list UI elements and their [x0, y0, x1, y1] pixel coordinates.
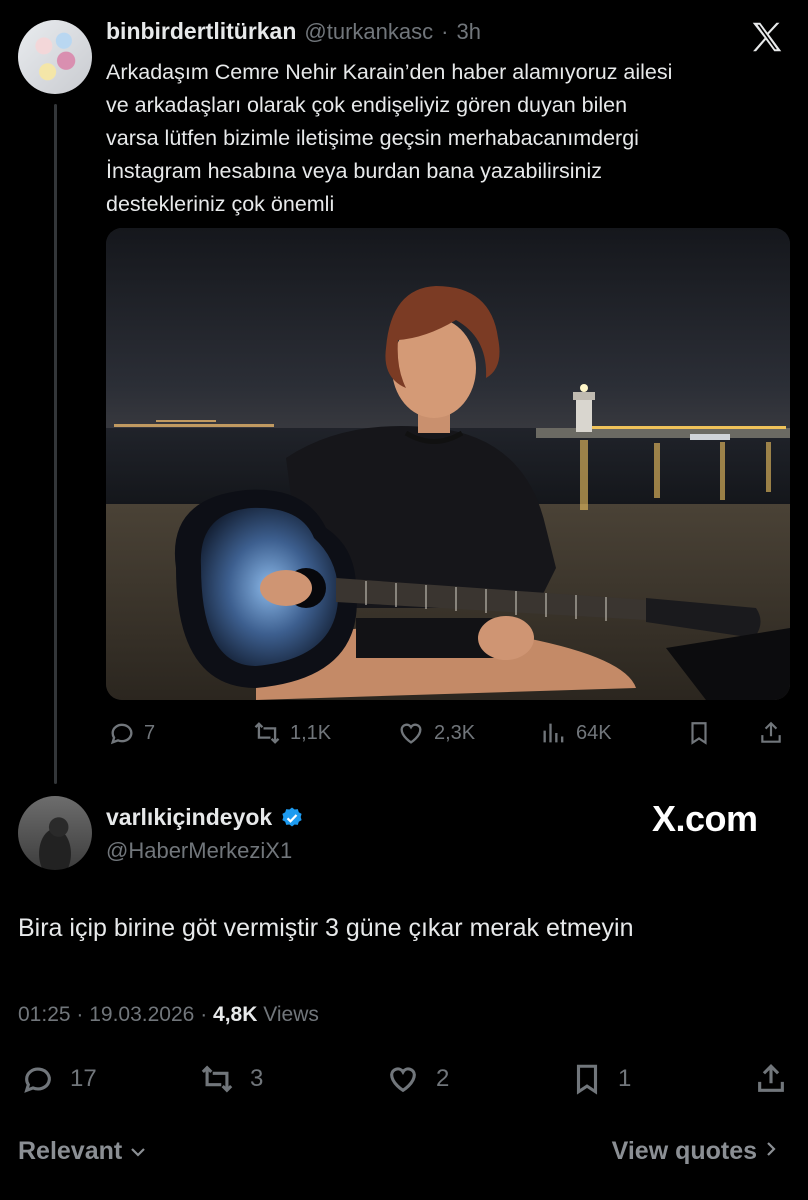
reply-repost-count: 3	[250, 1065, 264, 1092]
close-icon[interactable]	[748, 18, 786, 56]
reply-count: 7	[144, 721, 156, 744]
heart-icon	[400, 723, 422, 744]
like-button[interactable]: 2,3K	[396, 719, 475, 747]
reply-bookmark-count: 1	[618, 1065, 632, 1092]
separator: ·	[441, 19, 449, 44]
tweet-photo[interactable]	[106, 228, 790, 700]
reply-reply-count: 17	[70, 1065, 97, 1092]
bookmark-icon[interactable]	[686, 719, 712, 747]
reply-views-label: Views	[263, 1003, 319, 1026]
reply-like-count: 2	[436, 1065, 450, 1092]
reply-repost-button[interactable]: 3	[198, 1062, 263, 1096]
avatar[interactable]	[18, 20, 92, 94]
analytics-icon	[543, 723, 564, 743]
reply-author-name[interactable]: varlıkiçindeyok	[106, 804, 272, 831]
bookmark-icon	[576, 1064, 598, 1095]
reply-author-handle[interactable]: @HaberMerkeziX1	[106, 838, 292, 864]
views-button[interactable]: 64K	[540, 719, 612, 747]
reply-bookmark-button[interactable]: 1	[570, 1062, 631, 1096]
tweet-text: Arkadaşım Cemre Nehir Karain’den haber a…	[106, 60, 673, 216]
view-quotes-label: View quotes	[611, 1137, 758, 1165]
reply-time[interactable]: 01:25	[18, 1003, 71, 1026]
thread-line	[54, 104, 57, 784]
like-count: 2,3K	[434, 721, 476, 744]
share-icon[interactable]	[754, 1062, 788, 1096]
author-handle[interactable]: @turkankasc	[304, 19, 433, 45]
view-quotes-link[interactable]: View quotes	[612, 1137, 778, 1166]
repost-count: 1,1K	[290, 721, 332, 744]
timestamp[interactable]: 3h	[456, 19, 480, 45]
author-name[interactable]: binbirdertlitürkan	[106, 18, 296, 45]
views-count: 64K	[576, 721, 612, 744]
reply-avatar[interactable]	[18, 796, 92, 870]
verified-badge-icon	[282, 807, 302, 826]
reply-date[interactable]: 19.03.2026	[89, 1003, 194, 1026]
repost-icon	[254, 722, 280, 744]
sort-label: Relevant	[18, 1137, 123, 1165]
repost-button[interactable]: 1,1K	[252, 719, 331, 747]
chevron-right-icon	[767, 1142, 776, 1156]
reply-like-button[interactable]: 2	[384, 1062, 449, 1096]
reply-button[interactable]: 7	[108, 719, 155, 747]
share-icon[interactable]	[758, 719, 784, 747]
reply-icon	[24, 1067, 51, 1093]
reply-icon	[110, 723, 133, 745]
reply-meta: 01:25 · 19.03.2026 · 4,8K Views	[18, 1003, 319, 1026]
tweet-header: binbirdertlitürkan @turkankasc · 3h	[106, 18, 481, 45]
reply-header: varlıkiçindeyok	[106, 804, 304, 831]
photo-illustration	[106, 228, 790, 700]
reply-text: Bira içip birine göt vermiştir 3 güne çı…	[18, 914, 634, 942]
chevron-down-icon	[131, 1148, 145, 1157]
heart-icon	[390, 1067, 416, 1093]
reply-reply-button[interactable]: 17	[20, 1062, 97, 1096]
watermark: X.com	[652, 798, 758, 839]
repost-icon	[201, 1065, 233, 1093]
sort-dropdown[interactable]: Relevant	[18, 1137, 147, 1166]
reply-views-count: 4,8K	[213, 1003, 258, 1026]
